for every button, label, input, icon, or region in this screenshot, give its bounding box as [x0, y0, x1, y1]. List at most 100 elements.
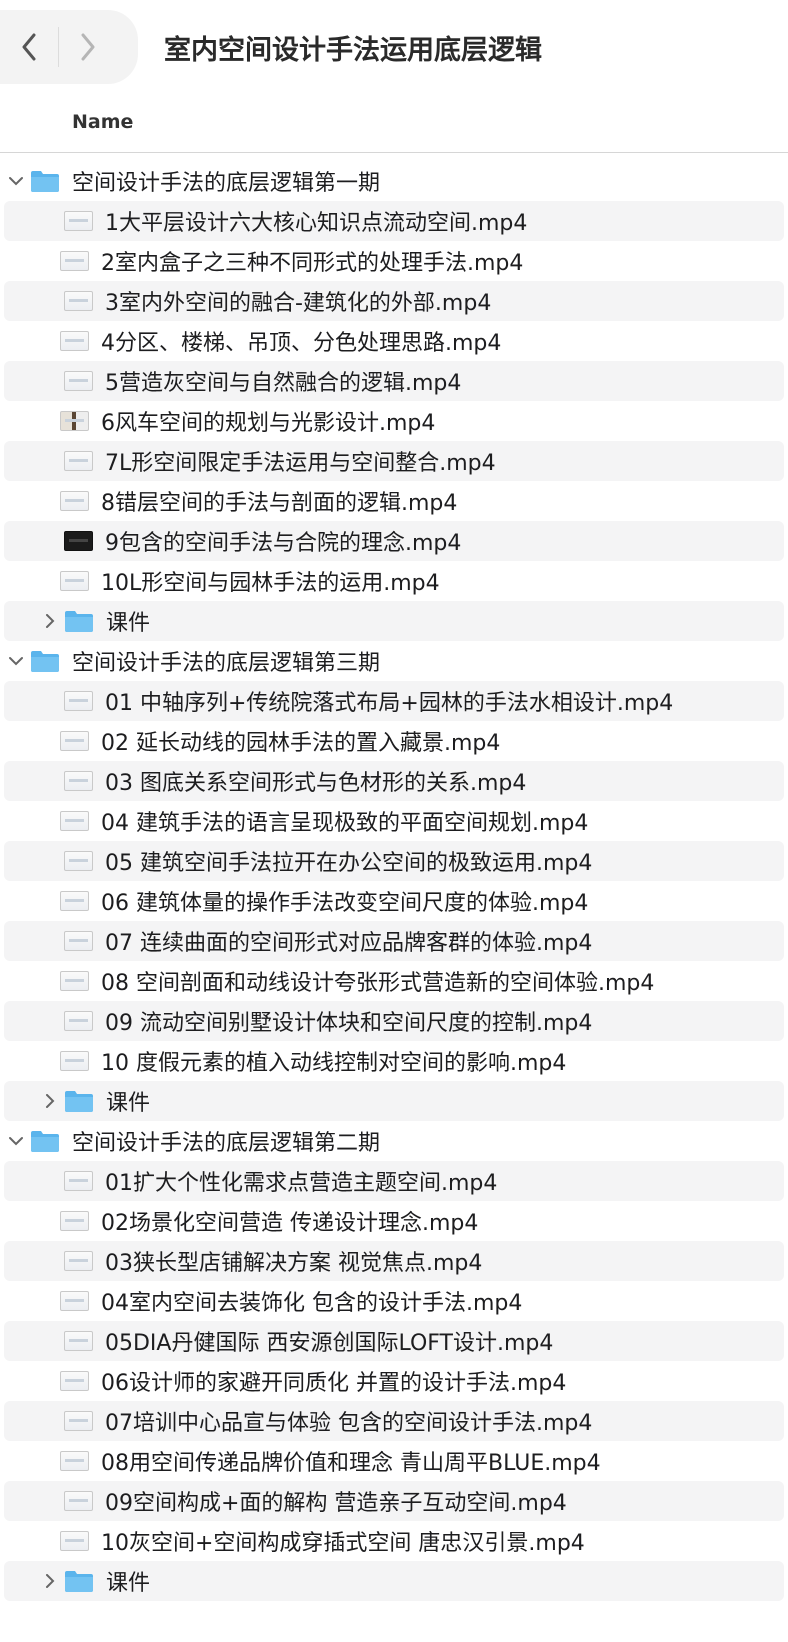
- subfolder-row[interactable]: 课件: [4, 601, 784, 641]
- file-row[interactable]: 04 建筑手法的语言呈现极致的平面空间规划.mp4: [0, 801, 788, 841]
- file-row[interactable]: 7L形空间限定手法运用与空间整合.mp4: [4, 441, 784, 481]
- file-row[interactable]: 06设计师的家避开同质化 并置的设计手法.mp4: [0, 1361, 788, 1401]
- back-button[interactable]: [0, 17, 58, 77]
- subfolder-name: 课件: [106, 1571, 151, 1596]
- file-name: 2室内盒子之三种不同形式的处理手法.mp4: [101, 251, 524, 276]
- video-thumbnail-icon: [64, 451, 93, 471]
- forward-button[interactable]: [59, 17, 117, 77]
- file-list: 空间设计手法的底层逻辑第一期 1大平层设计六大核心知识点流动空间.mp4 2室内盒子…: [0, 153, 788, 1601]
- video-thumbnail-icon: [60, 1051, 89, 1071]
- folder-icon: [65, 611, 93, 632]
- file-row[interactable]: 08 空间剖面和动线设计夸张形式营造新的空间体验.mp4: [0, 961, 788, 1001]
- file-row[interactable]: 1大平层设计六大核心知识点流动空间.mp4: [4, 201, 784, 241]
- video-thumbnail-icon: [64, 771, 93, 791]
- video-thumbnail-icon: [60, 491, 89, 511]
- navigation-pill: [0, 10, 138, 84]
- file-row[interactable]: 01扩大个性化需求点营造主题空间.mp4: [4, 1161, 784, 1201]
- file-row[interactable]: 07 连续曲面的空间形式对应品牌客群的体验.mp4: [4, 921, 784, 961]
- file-name: 01扩大个性化需求点营造主题空间.mp4: [105, 1171, 498, 1196]
- file-row[interactable]: 05DIA丹健国际 西安源创国际LOFT设计.mp4: [4, 1321, 784, 1361]
- file-row[interactable]: 8错层空间的手法与剖面的逻辑.mp4: [0, 481, 788, 521]
- video-thumbnail-icon: [60, 971, 89, 991]
- video-thumbnail-icon: [60, 1371, 89, 1391]
- file-name: 6风车空间的规划与光影设计.mp4: [101, 411, 436, 436]
- file-row[interactable]: 3室内外空间的融合-建筑化的外部.mp4: [4, 281, 784, 321]
- file-row[interactable]: 10 度假元素的植入动线控制对空间的影响.mp4: [0, 1041, 788, 1081]
- file-row[interactable]: 09 流动空间别墅设计体块和空间尺度的控制.mp4: [4, 1001, 784, 1041]
- file-row[interactable]: 9包含的空间手法与合院的理念.mp4: [4, 521, 784, 561]
- file-row[interactable]: 2室内盒子之三种不同形式的处理手法.mp4: [0, 241, 788, 281]
- file-name: 08 空间剖面和动线设计夸张形式营造新的空间体验.mp4: [101, 971, 655, 996]
- video-thumbnail-icon: [60, 811, 89, 831]
- subfolder-name: 课件: [106, 1091, 151, 1116]
- file-row[interactable]: 05 建筑空间手法拉开在办公空间的极致运用.mp4: [4, 841, 784, 881]
- file-name: 3室内外空间的融合-建筑化的外部.mp4: [105, 291, 492, 316]
- folder-row[interactable]: 空间设计手法的底层逻辑第二期: [0, 1121, 788, 1161]
- file-name: 10灰空间+空间构成穿插式空间 唐忠汉引景.mp4: [101, 1531, 585, 1556]
- file-row[interactable]: 07培训中心品宣与体验 包含的空间设计手法.mp4: [4, 1401, 784, 1441]
- column-header-label: Name: [72, 111, 134, 133]
- video-thumbnail-icon: [64, 1331, 93, 1351]
- folder-name: 空间设计手法的底层逻辑第二期: [72, 1131, 381, 1156]
- file-name: 04 建筑手法的语言呈现极致的平面空间规划.mp4: [101, 811, 589, 836]
- subfolder-row[interactable]: 课件: [4, 1081, 784, 1121]
- folder-row[interactable]: 空间设计手法的底层逻辑第三期: [0, 641, 788, 681]
- column-header-name[interactable]: Name: [0, 96, 788, 153]
- file-row[interactable]: 03 图底关系空间形式与色材形的关系.mp4: [4, 761, 784, 801]
- file-name: 9包含的空间手法与合院的理念.mp4: [105, 531, 462, 556]
- video-thumbnail-icon: [64, 211, 93, 231]
- file-row[interactable]: 09空间构成+面的解构 营造亲子互动空间.mp4: [4, 1481, 784, 1521]
- file-name: 03 图底关系空间形式与色材形的关系.mp4: [105, 771, 527, 796]
- video-thumbnail-icon: [64, 1171, 93, 1191]
- disclosure-closed-icon[interactable]: [40, 611, 60, 631]
- file-row[interactable]: 01 中轴序列+传统院落式布局+园林的手法水相设计.mp4: [4, 681, 784, 721]
- file-name: 06设计师的家避开同质化 并置的设计手法.mp4: [101, 1371, 567, 1396]
- file-row[interactable]: 6风车空间的规划与光影设计.mp4: [0, 401, 788, 441]
- file-row[interactable]: 10灰空间+空间构成穿插式空间 唐忠汉引景.mp4: [0, 1521, 788, 1561]
- chevron-right-icon: [81, 33, 95, 61]
- disclosure-open-icon[interactable]: [6, 651, 26, 671]
- file-row[interactable]: 5营造灰空间与自然融合的逻辑.mp4: [4, 361, 784, 401]
- file-row[interactable]: 10L形空间与园林手法的运用.mp4: [0, 561, 788, 601]
- file-name: 10L形空间与园林手法的运用.mp4: [101, 571, 440, 596]
- file-row[interactable]: 08用空间传递品牌价值和理念 青山周平BLUE.mp4: [0, 1441, 788, 1481]
- subfolder-name: 课件: [106, 611, 151, 636]
- file-name: 06 建筑体量的操作手法改变空间尺度的体验.mp4: [101, 891, 589, 916]
- file-row[interactable]: 03狭长型店铺解决方案 视觉焦点.mp4: [4, 1241, 784, 1281]
- video-thumbnail-icon: [64, 1491, 93, 1511]
- file-row[interactable]: 02场景化空间营造 传递设计理念.mp4: [0, 1201, 788, 1241]
- file-name: 03狭长型店铺解决方案 视觉焦点.mp4: [105, 1251, 483, 1276]
- file-name: 5营造灰空间与自然融合的逻辑.mp4: [105, 371, 462, 396]
- video-thumbnail-icon: [64, 1251, 93, 1271]
- video-thumbnail-icon: [64, 1411, 93, 1431]
- video-thumbnail-icon: [64, 531, 93, 551]
- file-name: 4分区、楼梯、吊顶、分色处理思路.mp4: [101, 331, 502, 356]
- file-name: 05DIA丹健国际 西安源创国际LOFT设计.mp4: [105, 1331, 554, 1356]
- window-title: 室内空间设计手法运用底层逻辑: [164, 35, 542, 66]
- video-thumbnail-icon: [64, 291, 93, 311]
- file-name: 10 度假元素的植入动线控制对空间的影响.mp4: [101, 1051, 567, 1076]
- folder-icon: [31, 651, 59, 672]
- disclosure-open-icon[interactable]: [6, 171, 26, 191]
- video-thumbnail-icon: [60, 1291, 89, 1311]
- subfolder-row[interactable]: 课件: [4, 1561, 784, 1601]
- video-thumbnail-icon: [60, 1451, 89, 1471]
- file-row[interactable]: 06 建筑体量的操作手法改变空间尺度的体验.mp4: [0, 881, 788, 921]
- file-name: 7L形空间限定手法运用与空间整合.mp4: [105, 451, 496, 476]
- toolbar: 室内空间设计手法运用底层逻辑: [0, 0, 788, 96]
- video-thumbnail-icon: [64, 1011, 93, 1031]
- file-name: 09空间构成+面的解构 营造亲子互动空间.mp4: [105, 1491, 567, 1516]
- file-row[interactable]: 02 延长动线的园林手法的置入藏景.mp4: [0, 721, 788, 761]
- file-name: 04室内空间去装饰化 包含的设计手法.mp4: [101, 1291, 523, 1316]
- file-row[interactable]: 04室内空间去装饰化 包含的设计手法.mp4: [0, 1281, 788, 1321]
- disclosure-closed-icon[interactable]: [40, 1571, 60, 1591]
- folder-name: 空间设计手法的底层逻辑第三期: [72, 651, 381, 676]
- folder-icon: [31, 171, 59, 192]
- video-thumbnail-icon: [64, 371, 93, 391]
- file-row[interactable]: 4分区、楼梯、吊顶、分色处理思路.mp4: [0, 321, 788, 361]
- disclosure-open-icon[interactable]: [6, 1131, 26, 1151]
- folder-row[interactable]: 空间设计手法的底层逻辑第一期: [0, 161, 788, 201]
- video-thumbnail-icon: [60, 1211, 89, 1231]
- file-name: 05 建筑空间手法拉开在办公空间的极致运用.mp4: [105, 851, 593, 876]
- disclosure-closed-icon[interactable]: [40, 1091, 60, 1111]
